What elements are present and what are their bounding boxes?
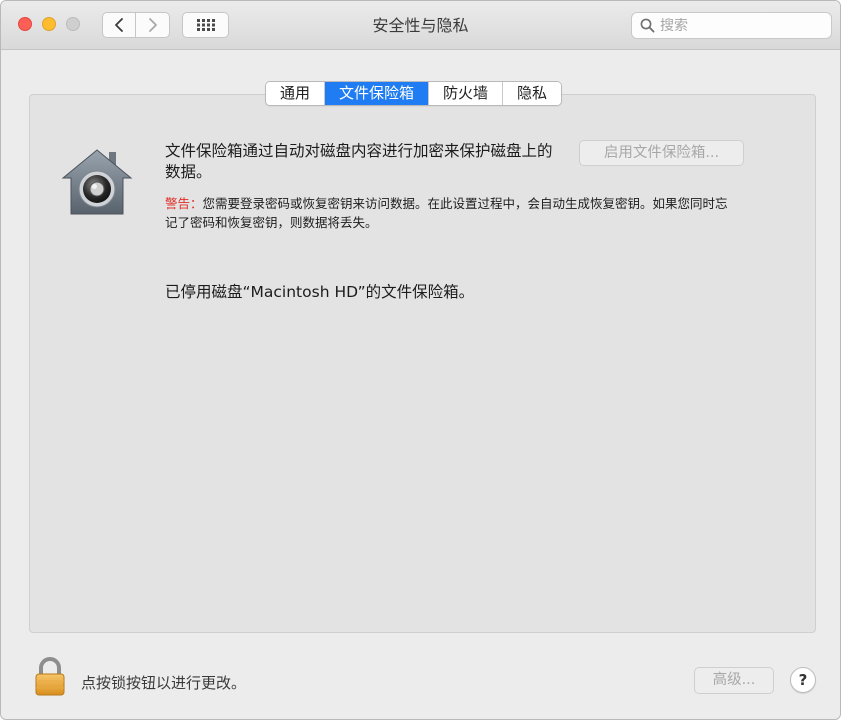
tab-general[interactable]: 通用 bbox=[266, 82, 326, 105]
filevault-warning: 警告：您需要登录密码或恢复密钥来访问数据。在此设置过程中，会自动生成恢复密钥。如… bbox=[165, 194, 740, 232]
preferences-window: 安全性与隐私 通用 文件保险箱 防火墙 隐私 bbox=[0, 0, 841, 720]
filevault-status: 已停用磁盘“Macintosh HD”的文件保险箱。 bbox=[165, 283, 475, 301]
tab-filevault[interactable]: 文件保险箱 bbox=[325, 82, 430, 105]
lock-icon[interactable] bbox=[33, 657, 67, 697]
warning-label: 警告： bbox=[165, 196, 203, 211]
tab-bar: 通用 文件保险箱 防火墙 隐私 bbox=[265, 81, 563, 106]
advanced-button[interactable]: 高级... bbox=[694, 667, 774, 694]
search-field[interactable] bbox=[631, 12, 832, 39]
lock-instruction: 点按锁按钮以进行更改。 bbox=[81, 674, 247, 692]
search-input[interactable] bbox=[660, 17, 820, 34]
filevault-house-icon bbox=[61, 149, 133, 215]
help-button[interactable]: ? bbox=[790, 667, 816, 693]
enable-filevault-button[interactable]: 启用文件保险箱... bbox=[579, 140, 744, 166]
warning-text: 您需要登录密码或恢复密钥来访问数据。在此设置过程中，会自动生成恢复密钥。如果您同… bbox=[165, 196, 728, 230]
title-bar: 安全性与隐私 bbox=[1, 1, 840, 50]
search-icon bbox=[640, 18, 655, 33]
tab-firewall[interactable]: 防火墙 bbox=[429, 82, 504, 105]
filevault-description: 文件保险箱通过自动对磁盘内容进行加密来保护磁盘上的数据。 bbox=[165, 142, 553, 181]
tab-privacy[interactable]: 隐私 bbox=[503, 82, 562, 105]
